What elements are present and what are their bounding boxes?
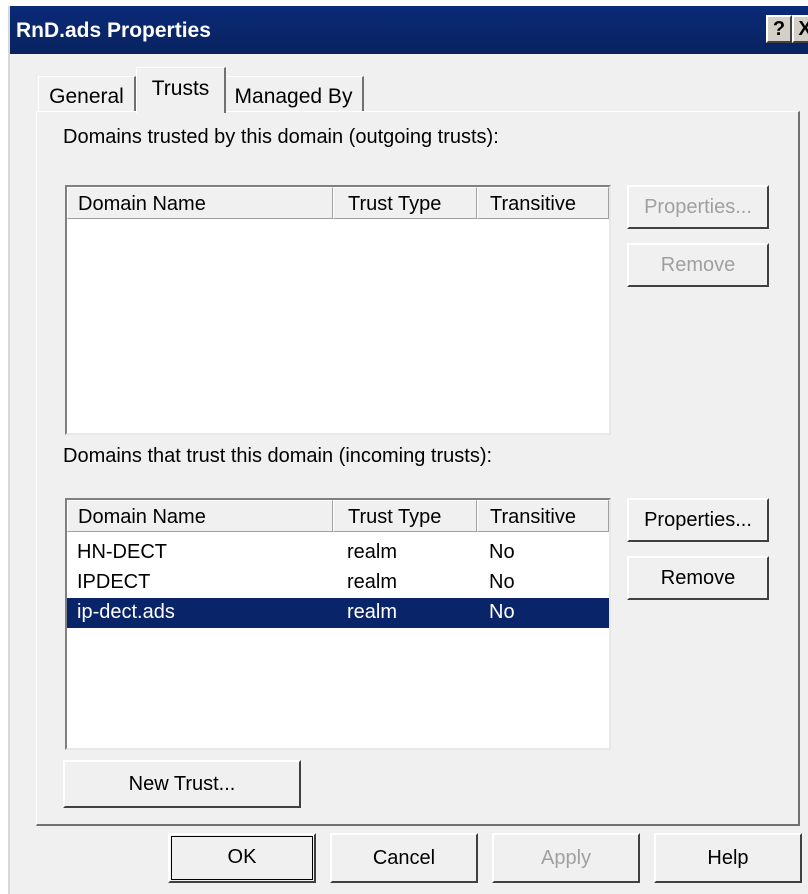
domain-name-cell: ip-dect.ads <box>77 601 175 623</box>
properties-dialog: RnD.ads Properties ? X General Trusts Ma… <box>8 6 808 894</box>
trust-type-cell: realm <box>347 571 398 593</box>
table-row[interactable]: HN-DECT realm No <box>67 538 609 568</box>
domain-name-cell: IPDECT <box>77 571 151 593</box>
table-row-selected[interactable]: ip-dect.ads realm No <box>67 598 609 628</box>
outgoing-trusts-list[interactable]: Domain Name Trust Type Transitive <box>65 185 611 435</box>
transitive-cell: No <box>489 571 515 593</box>
help-icon[interactable]: ? <box>766 15 792 43</box>
ok-button[interactable]: OK <box>168 833 316 883</box>
trust-type-cell: realm <box>347 601 398 623</box>
column-header-transitive[interactable]: Transitive <box>477 187 609 219</box>
domain-name-cell: HN-DECT <box>77 541 167 563</box>
column-header-trust-type[interactable]: Trust Type <box>333 500 477 532</box>
tab-general[interactable]: General <box>38 76 136 112</box>
transitive-cell: No <box>489 601 515 623</box>
incoming-remove-button[interactable]: Remove <box>627 556 769 600</box>
title-bar[interactable]: RnD.ads Properties ? X <box>10 6 808 54</box>
list-header: Domain Name Trust Type Transitive <box>67 187 609 221</box>
incoming-properties-button[interactable]: Properties... <box>627 498 769 542</box>
column-header-domain-name[interactable]: Domain Name <box>67 500 333 532</box>
window-title: RnD.ads Properties <box>16 19 211 42</box>
column-header-domain-name[interactable]: Domain Name <box>67 187 333 219</box>
tab-trusts[interactable]: Trusts <box>136 67 226 113</box>
column-header-transitive[interactable]: Transitive <box>477 500 609 532</box>
help-button[interactable]: Help <box>654 833 802 883</box>
tab-strip: General Trusts Managed By <box>10 54 808 114</box>
new-trust-button[interactable]: New Trust... <box>63 760 301 808</box>
trusts-panel: Domains trusted by this domain (outgoing… <box>36 111 800 826</box>
apply-button[interactable]: Apply <box>492 833 640 883</box>
tab-managed-by[interactable]: Managed By <box>224 76 364 112</box>
list-header: Domain Name Trust Type Transitive <box>67 500 609 534</box>
column-header-trust-type[interactable]: Trust Type <box>333 187 477 219</box>
close-icon[interactable]: X <box>792 15 808 43</box>
cancel-button[interactable]: Cancel <box>330 833 478 883</box>
transitive-cell: No <box>489 541 515 563</box>
outgoing-trusts-label: Domains trusted by this domain (outgoing… <box>63 126 499 148</box>
outgoing-properties-button[interactable]: Properties... <box>627 185 769 229</box>
incoming-trusts-label: Domains that trust this domain (incoming… <box>63 445 493 467</box>
trust-type-cell: realm <box>347 541 398 563</box>
outgoing-remove-button[interactable]: Remove <box>627 243 769 287</box>
table-row[interactable]: IPDECT realm No <box>67 568 609 598</box>
incoming-trusts-list[interactable]: Domain Name Trust Type Transitive HN-DEC… <box>65 498 611 750</box>
